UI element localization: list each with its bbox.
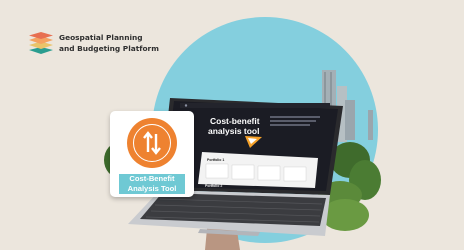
swap-arrows-icon (143, 131, 161, 155)
screen-title-line2: analysis tool (208, 126, 260, 136)
card1-label: Portfolio 1 (207, 158, 224, 162)
brand-name: Geospatial Planning and Budgeting Platfo… (59, 32, 159, 54)
screen-title-line1: Cost-benefit (210, 116, 260, 126)
layers-icon (29, 32, 53, 54)
badge-circle (127, 118, 177, 168)
cost-benefit-badge: Cost-Benefit Analysis Tool (110, 111, 194, 197)
badge-title-line1: Cost-Benefit (119, 174, 185, 184)
brand-line1: Geospatial Planning (59, 33, 143, 42)
card2-label: Portfolio 2 (205, 184, 222, 188)
badge-title-line2: Analysis Tool (119, 184, 185, 194)
platform-logo: Geospatial Planning and Budgeting Platfo… (28, 31, 159, 55)
brand-line2: and Budgeting Platform (59, 44, 159, 53)
